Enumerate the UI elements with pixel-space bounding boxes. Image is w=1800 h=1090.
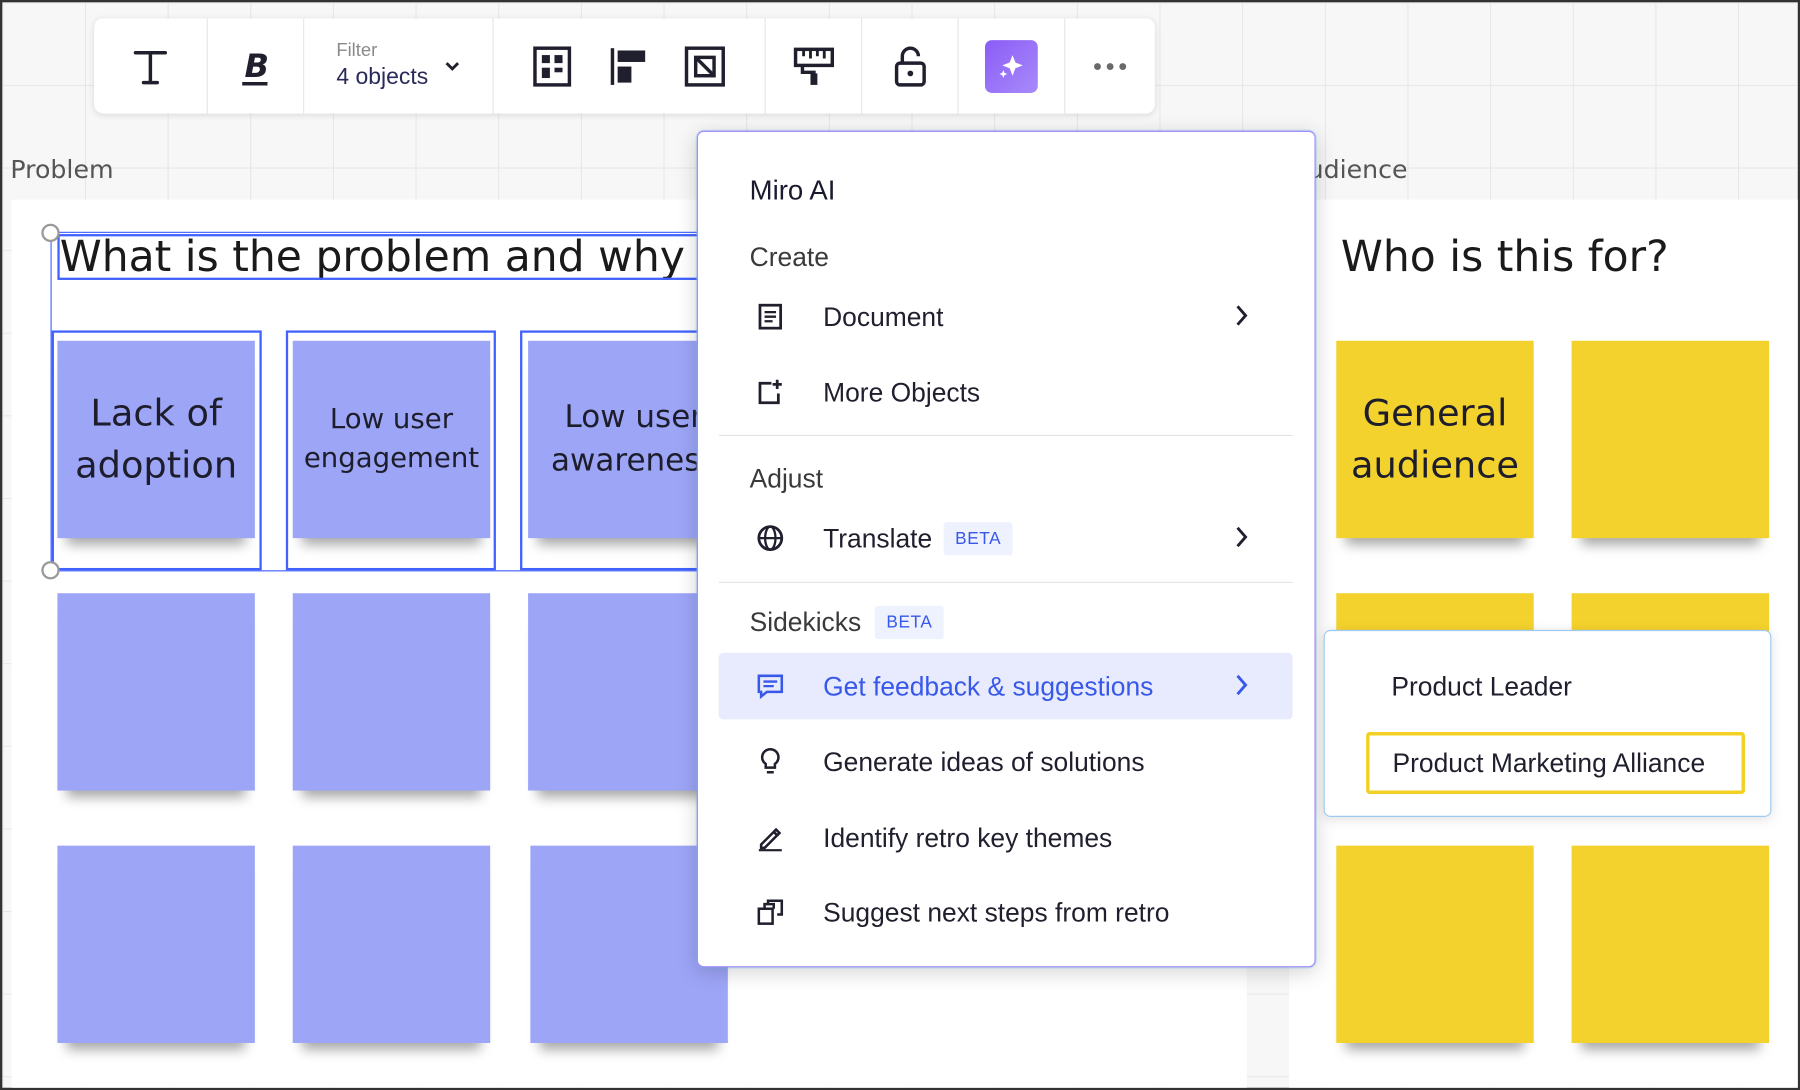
toolbar-group-bold: B — [208, 18, 305, 114]
menu-item-label: Document — [823, 301, 944, 332]
section-sidekicks-label: Sidekicks — [749, 606, 862, 637]
filter-dropdown[interactable]: Filter 4 objects — [304, 18, 492, 113]
sticky-note-empty[interactable] — [57, 593, 255, 791]
menu-item-label: Get feedback & suggestions — [823, 670, 1154, 701]
audience-dropdown: Product Leader Product Marketing Allianc… — [1323, 629, 1772, 817]
sticky-note-empty[interactable] — [292, 593, 491, 791]
sticky-note-text: Lack of adoption — [75, 391, 238, 487]
menu-item-generate-ideas[interactable]: Generate ideas of solutions — [719, 729, 1293, 796]
section-adjust-label: Adjust — [749, 463, 824, 494]
lock-button[interactable] — [862, 18, 957, 113]
toolbar-group-filter: Filter 4 objects — [304, 18, 494, 114]
feedback-icon — [757, 674, 784, 700]
menu-divider — [718, 581, 1293, 583]
sticky-note-text: Low user engagement — [303, 403, 480, 474]
context-toolbar: B Filter 4 objects — [94, 18, 1155, 114]
menu-item-label: More Objects — [823, 376, 981, 407]
menu-item-label: Generate ideas of solutions — [823, 746, 1145, 777]
menu-item-get-feedback[interactable]: Get feedback & suggestions — [718, 652, 1293, 720]
sticky-note-empty[interactable] — [1571, 340, 1770, 539]
toolbar-group-lock — [862, 18, 959, 114]
sticky-note[interactable]: Lack of adoption — [57, 340, 255, 539]
resize-handle-bottom-left[interactable] — [41, 561, 60, 580]
menu-divider — [718, 434, 1293, 437]
sticky-note-text: Low user awareness — [551, 399, 717, 479]
filter-label: Filter — [336, 41, 378, 61]
section-create-label: Create — [749, 242, 829, 272]
grid-layout-icon — [533, 45, 572, 87]
menu-item-label: Translate — [823, 522, 933, 553]
bold-button[interactable]: B — [208, 18, 303, 113]
beta-badge: BETA — [874, 605, 944, 640]
sticky-note-empty[interactable] — [292, 845, 491, 1043]
pencil-icon — [758, 827, 782, 852]
frame-icon — [684, 45, 726, 87]
align-button[interactable] — [609, 18, 648, 113]
globe-icon — [757, 525, 784, 551]
bold-icon: B — [241, 46, 269, 85]
menu-item-next-steps[interactable]: Suggest next steps from retro — [719, 879, 1293, 946]
sparkle-icon — [999, 54, 1023, 78]
lightbulb-icon — [760, 747, 780, 774]
copy-icon — [757, 899, 784, 925]
toolbar-group-text — [94, 18, 208, 114]
chevron-right-icon — [1236, 674, 1248, 696]
chevron-right-icon — [1236, 526, 1248, 548]
chevron-right-icon — [1236, 305, 1248, 326]
chevron-down-icon — [445, 61, 460, 71]
menu-item-document[interactable]: Document — [719, 283, 1293, 350]
menu-item-identify-themes[interactable]: Identify retro key themes — [719, 804, 1293, 871]
toolbar-group-layout — [494, 18, 766, 114]
miro-ai-button[interactable] — [985, 39, 1038, 93]
menu-item-label: Suggest next steps from retro — [823, 896, 1170, 927]
svg-text:B: B — [244, 46, 269, 84]
dropdown-option-selected[interactable]: Product Marketing Alliance — [1366, 732, 1745, 795]
resize-handle-top-left[interactable] — [41, 223, 60, 243]
grid-layout-button[interactable] — [533, 18, 572, 113]
sticky-note[interactable]: Low user engagement — [292, 340, 491, 539]
text-button[interactable] — [94, 18, 207, 113]
frame-title-audience[interactable]: udience — [1308, 156, 1408, 185]
sticky-note-empty[interactable] — [1336, 845, 1534, 1043]
frame-button[interactable] — [684, 18, 726, 113]
sticky-note-empty[interactable] — [57, 845, 255, 1043]
more-icon — [1094, 62, 1127, 70]
frame-title-problem[interactable]: Problem — [10, 156, 113, 185]
toolbar-group-more — [1065, 18, 1154, 113]
problem-heading[interactable]: What is the problem and why shou — [60, 232, 801, 281]
document-icon — [758, 303, 783, 330]
lock-icon — [894, 45, 926, 87]
align-icon — [610, 47, 646, 85]
miro-board-canvas[interactable]: Problem What is the problem and why shou… — [0, 0, 1800, 1090]
more-button[interactable] — [1093, 18, 1127, 113]
paint-roller-icon — [793, 47, 834, 85]
menu-item-more-objects[interactable]: More Objects — [719, 359, 1293, 426]
menu-title: Miro AI — [749, 175, 836, 207]
format-painter-button[interactable] — [766, 18, 861, 113]
menu-item-translate[interactable]: Translate BETA — [719, 505, 1293, 572]
toolbar-group-format — [766, 18, 863, 114]
dropdown-option[interactable]: Product Leader — [1391, 671, 1572, 702]
sticky-note-empty[interactable] — [1571, 845, 1770, 1043]
toolbar-group-ai — [959, 18, 1066, 114]
menu-item-label: Identify retro key themes — [823, 822, 1113, 852]
miro-ai-menu: Miro AI Create Document More Objects Adj… — [696, 130, 1316, 968]
audience-heading[interactable]: Who is this for? — [1341, 232, 1669, 281]
beta-badge: BETA — [943, 521, 1013, 555]
sticky-note[interactable]: General audience — [1336, 340, 1534, 539]
text-icon — [133, 50, 168, 84]
sticky-note-text: General audience — [1350, 391, 1520, 487]
filter-value: 4 objects — [336, 64, 429, 90]
section-sidekicks: Sidekicks BETA — [749, 605, 944, 640]
add-object-icon — [758, 379, 782, 405]
